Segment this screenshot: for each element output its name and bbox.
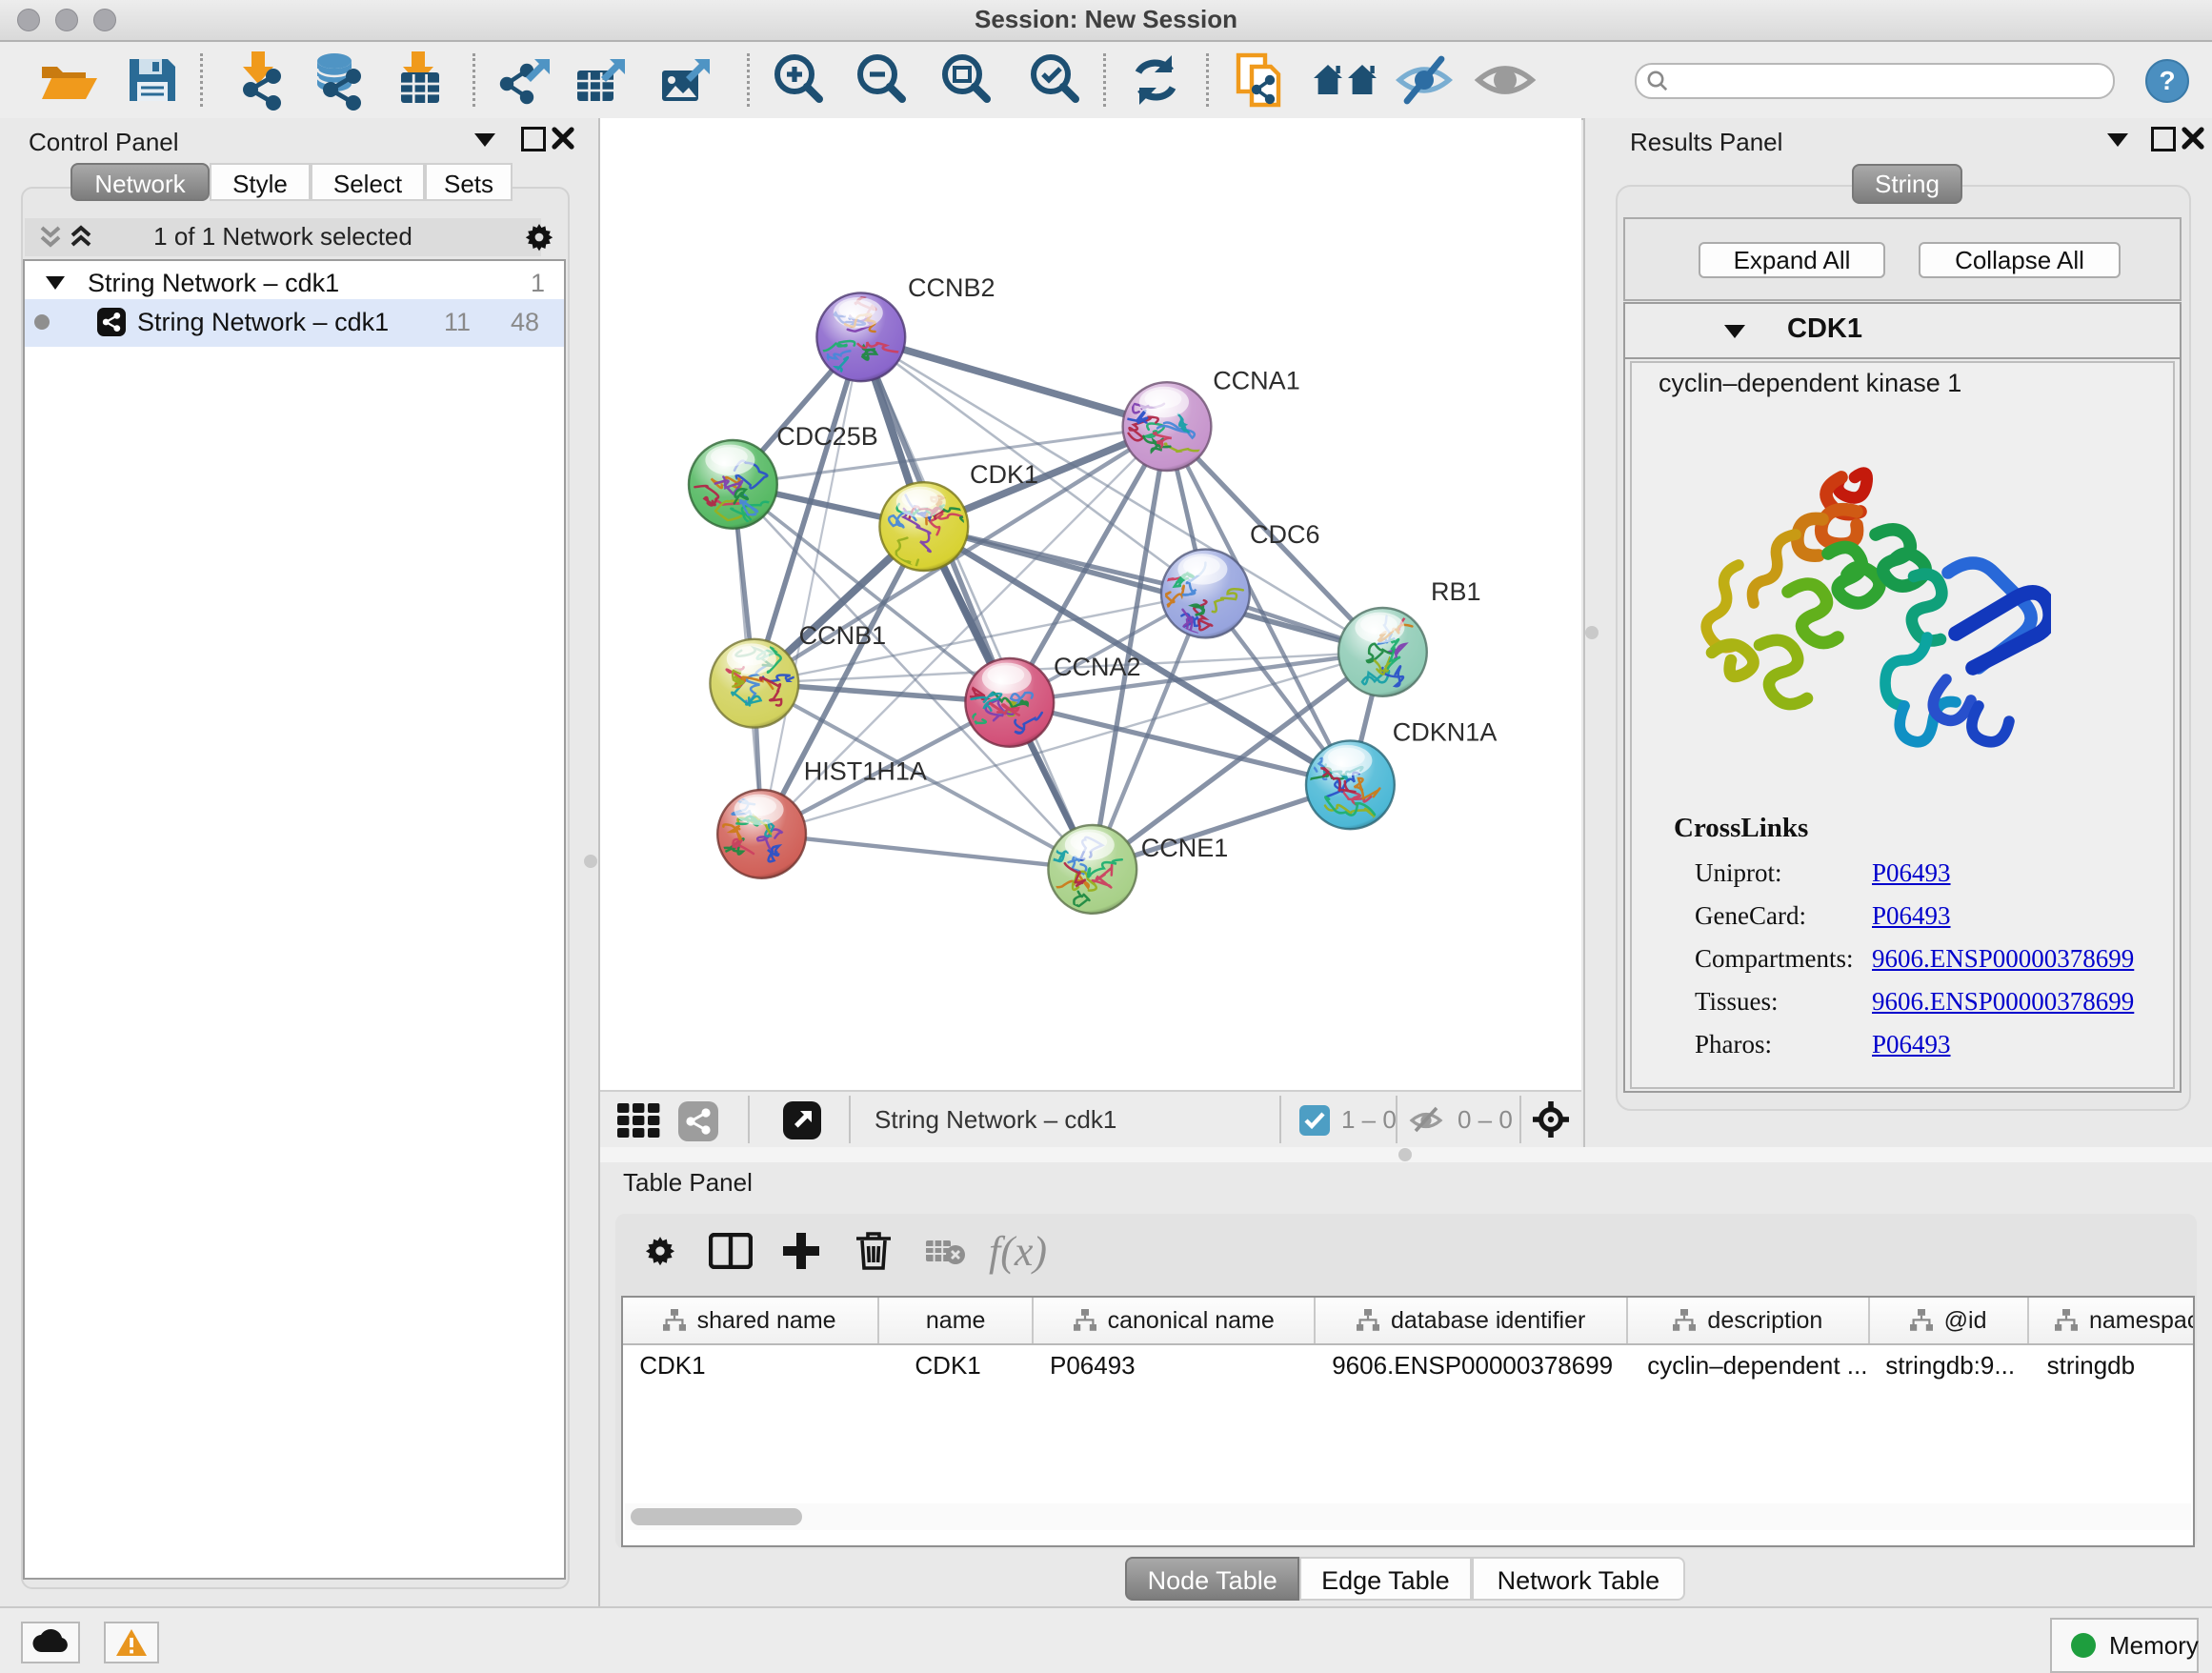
svg-text:HIST1H1A: HIST1H1A: [804, 756, 927, 785]
svg-text:RB1: RB1: [1431, 577, 1481, 606]
svg-text:CCNA2: CCNA2: [1054, 653, 1141, 681]
svg-text:CCNB2: CCNB2: [908, 273, 995, 302]
svg-text:CDC6: CDC6: [1250, 520, 1320, 549]
svg-text:CDC25B: CDC25B: [776, 422, 878, 451]
svg-text:CCNE1: CCNE1: [1141, 834, 1229, 862]
svg-text:CDKN1A: CDKN1A: [1393, 718, 1498, 747]
svg-text:CDK1: CDK1: [970, 460, 1038, 489]
svg-text:CCNA1: CCNA1: [1213, 367, 1300, 395]
svg-text:CCNB1: CCNB1: [799, 621, 887, 650]
